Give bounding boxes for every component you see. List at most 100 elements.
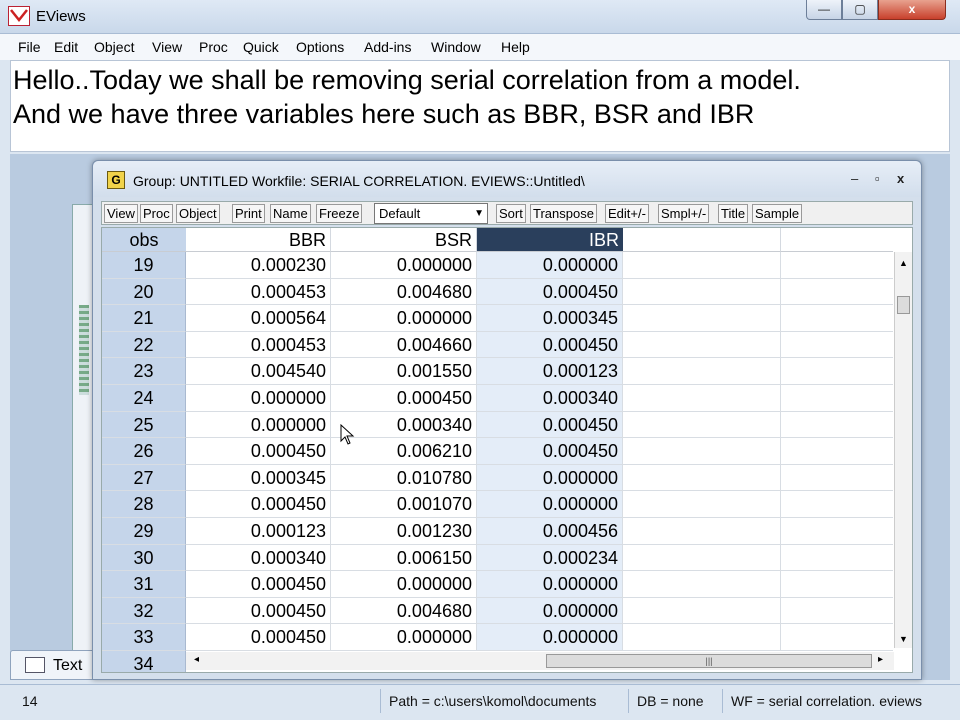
bsr-cell[interactable]: 0.004660 (331, 331, 477, 359)
menu-options[interactable]: Options (296, 39, 344, 55)
column-header-empty[interactable] (623, 228, 781, 252)
command-window[interactable]: Hello..Today we shall be removing serial… (10, 60, 950, 152)
obs-cell[interactable]: 23 (102, 358, 186, 385)
bbr-cell[interactable]: 0.000450 (186, 571, 331, 598)
empty-cell[interactable] (781, 491, 893, 518)
bsr-cell[interactable]: 0.000000 (331, 571, 477, 598)
group-maximize-button[interactable]: ▫ (875, 171, 880, 186)
view-button[interactable]: View (104, 204, 138, 223)
status-workfile[interactable]: WF = serial correlation. eviews (722, 689, 922, 713)
ibr-cell[interactable]: 0.000450 (477, 331, 623, 359)
scroll-left-arrow-icon[interactable]: ◂ (194, 654, 199, 665)
obs-cell[interactable]: 30 (102, 544, 186, 572)
bbr-cell[interactable]: 0.000450 (186, 624, 331, 651)
empty-cell[interactable] (781, 624, 893, 651)
obs-cell[interactable]: 32 (102, 597, 186, 625)
bbr-cell[interactable]: 0.000450 (186, 597, 331, 625)
bbr-cell[interactable]: 0.000450 (186, 491, 331, 518)
obs-cell[interactable]: 27 (102, 464, 186, 492)
obs-cell[interactable]: 31 (102, 571, 186, 598)
menu-view[interactable]: View (152, 39, 182, 55)
ibr-cell[interactable]: 0.000450 (477, 438, 623, 465)
empty-cell[interactable] (781, 332, 893, 359)
bsr-cell[interactable]: 0.001230 (331, 518, 477, 545)
bbr-cell[interactable]: 0.000340 (186, 544, 331, 572)
obs-cell[interactable]: 25 (102, 411, 186, 439)
app-titlebar[interactable]: EViews — ▢ x (0, 0, 960, 34)
ibr-cell[interactable]: 0.000000 (477, 624, 623, 651)
empty-cell[interactable] (623, 278, 781, 306)
scroll-right-arrow-icon[interactable]: ▸ (878, 654, 883, 665)
obs-cell[interactable]: 22 (102, 331, 186, 359)
edit-toggle-button[interactable]: Edit+/- (605, 204, 649, 223)
object-button[interactable]: Object (176, 204, 220, 223)
column-header-bsr[interactable]: BSR (331, 228, 477, 252)
empty-cell[interactable] (781, 438, 893, 465)
obs-cell[interactable]: 28 (102, 491, 186, 518)
vertical-scroll-thumb[interactable] (897, 296, 910, 314)
ibr-cell[interactable]: 0.000234 (477, 544, 623, 572)
bsr-cell[interactable]: 0.010780 (331, 464, 477, 492)
bsr-cell[interactable]: 0.004680 (331, 597, 477, 625)
empty-cell[interactable] (623, 411, 781, 439)
bsr-cell[interactable]: 0.006150 (331, 544, 477, 572)
proc-button[interactable]: Proc (140, 204, 173, 223)
scroll-up-arrow-icon[interactable]: ▲ (899, 258, 908, 268)
menu-help[interactable]: Help (501, 39, 530, 55)
empty-cell[interactable] (623, 624, 781, 651)
obs-cell[interactable]: 19 (102, 252, 186, 279)
vertical-scrollbar[interactable]: ▲ ▼ (894, 252, 912, 648)
empty-cell[interactable] (781, 518, 893, 545)
menu-object[interactable]: Object (94, 39, 134, 55)
obs-cell[interactable]: 33 (102, 624, 186, 651)
bbr-cell[interactable]: 0.004540 (186, 358, 331, 385)
obs-cell[interactable]: 21 (102, 305, 186, 332)
empty-cell[interactable] (623, 518, 781, 545)
bbr-cell[interactable]: 0.000230 (186, 252, 331, 279)
bbr-cell[interactable]: 0.000453 (186, 278, 331, 306)
empty-cell[interactable] (781, 412, 893, 439)
group-titlebar[interactable]: G Group: UNTITLED Workfile: SERIAL CORRE… (93, 161, 921, 197)
title-button[interactable]: Title (718, 204, 749, 223)
smpl-toggle-button[interactable]: Smpl+/- (658, 204, 710, 223)
obs-cell[interactable]: 29 (102, 518, 186, 545)
status-path[interactable]: Path = c:\users\komol\documents (380, 689, 596, 713)
bsr-cell[interactable]: 0.000000 (331, 305, 477, 332)
empty-cell[interactable] (623, 358, 781, 385)
bbr-cell[interactable]: 0.000123 (186, 518, 331, 545)
bbr-cell[interactable]: 0.000000 (186, 385, 331, 412)
empty-cell[interactable] (781, 465, 893, 492)
ibr-cell[interactable]: 0.000000 (477, 571, 623, 598)
sample-button[interactable]: Sample (752, 204, 803, 223)
print-button[interactable]: Print (232, 204, 265, 223)
sort-button[interactable]: Sort (496, 204, 526, 223)
column-header-ibr[interactable]: IBR (477, 228, 623, 252)
transpose-button[interactable]: Transpose (530, 204, 597, 223)
scroll-down-arrow-icon[interactable]: ▼ (899, 634, 908, 644)
obs-cell[interactable]: 20 (102, 278, 186, 306)
empty-cell[interactable] (623, 544, 781, 572)
ibr-cell[interactable]: 0.000340 (477, 385, 623, 412)
empty-cell[interactable] (781, 252, 893, 279)
ibr-cell[interactable]: 0.000456 (477, 518, 623, 545)
bsr-cell[interactable]: 0.001550 (331, 358, 477, 385)
horizontal-scroll-thumb[interactable]: ||| (546, 654, 872, 668)
empty-cell[interactable] (623, 597, 781, 625)
empty-cell[interactable] (781, 279, 893, 306)
text-window-tab[interactable]: Text (10, 650, 100, 680)
bbr-cell[interactable]: 0.000453 (186, 331, 331, 359)
group-minimize-button[interactable]: – (851, 171, 858, 186)
ibr-cell[interactable]: 0.000000 (477, 597, 623, 625)
bsr-cell[interactable]: 0.000000 (331, 252, 477, 279)
spreadsheet-grid[interactable]: obs BBR BSR IBR 19 0.000230 0.000000 0.0… (101, 227, 913, 673)
menu-window[interactable]: Window (431, 39, 481, 55)
freeze-button[interactable]: Freeze (316, 204, 363, 223)
empty-cell[interactable] (623, 385, 781, 412)
column-header-obs[interactable]: obs (102, 228, 186, 252)
empty-cell[interactable] (781, 305, 893, 332)
ibr-cell[interactable]: 0.000000 (477, 464, 623, 492)
obs-cell[interactable]: 24 (102, 385, 186, 412)
ibr-cell[interactable]: 0.000000 (477, 252, 623, 279)
ibr-cell[interactable]: 0.000450 (477, 411, 623, 439)
menu-edit[interactable]: Edit (54, 39, 78, 55)
